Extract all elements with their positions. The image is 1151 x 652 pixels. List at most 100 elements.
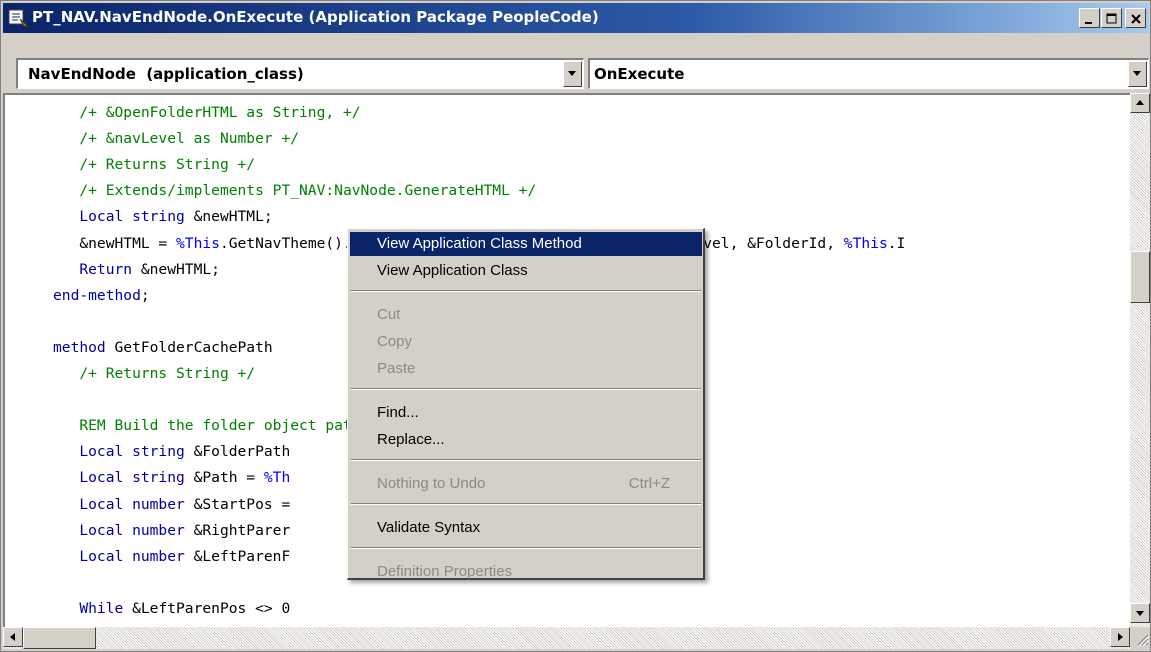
code-token: Return [79,260,133,278]
horizontal-scroll-thumb[interactable] [23,627,96,649]
vertical-scrollbar[interactable] [1130,93,1150,627]
code-token: %This [176,234,220,252]
code-token: %Th [263,469,291,487]
menu-separator [351,388,701,390]
code-line: Local string &FolderPath [53,439,290,465]
code-token: &RightParer [184,521,291,539]
code-token: .I [887,234,906,252]
scroll-left-button[interactable] [3,627,23,647]
scroll-up-button[interactable] [1130,93,1150,113]
object-selector[interactable]: NavEndNode (application_class) [16,58,584,89]
menu-separator [351,547,701,549]
menu-item-view-application-class-method[interactable]: View Application Class Method [350,232,702,256]
close-button[interactable] [1125,8,1146,28]
event-selector-dropdown-button[interactable] [1128,61,1147,87]
object-selector-value: NavEndNode (application_class) [28,65,304,83]
menu-separator [351,290,701,292]
code-token: Local number [79,495,185,513]
menu-item-nothing-to-undo: Nothing to Undo Ctrl+Z [350,472,702,496]
code-token: &newHTML; [132,260,220,278]
code-token: /+ Returns String +/ [79,156,256,174]
code-token: Local string [79,208,185,226]
code-token: &FolderPath [184,443,291,461]
code-line: /+ Returns String +/ [53,152,255,178]
code-token: Local string [79,443,185,461]
menu-item-label: View Application Class [377,262,528,279]
selector-bar: NavEndNode (application_class) OnExecute [3,33,1149,93]
code-token: /+ &navLevel as Number +/ [79,130,300,148]
menu-item-validate-syntax[interactable]: Validate Syntax [350,516,702,540]
event-selector[interactable]: OnExecute [588,58,1149,89]
menu-item-copy: Copy [350,330,702,354]
title-bar[interactable]: PT_NAV.NavEndNode.OnExecute (Application… [3,3,1149,33]
code-line: Local number &RightParer [53,518,290,544]
horizontal-scrollbar[interactable] [3,627,1130,649]
code-token: Local number [79,521,185,539]
code-token: /+ Extends/implements PT_NAV:NavNode.Gen… [79,182,537,200]
resize-grip-icon [1137,634,1150,647]
code-line: /+ &OpenFolderHTML as String, +/ [53,100,361,126]
code-line: Return &newHTML; [53,257,220,283]
resize-grip[interactable] [1130,627,1150,649]
scroll-right-button[interactable] [1110,627,1130,647]
context-menu: View Application Class Method View Applic… [347,228,705,580]
minimize-button[interactable] [1079,8,1100,28]
window-title: PT_NAV.NavEndNode.OnExecute (Application… [32,8,599,26]
code-line: Local string &Path = %Th [53,465,290,491]
peoplecode-editor-window: PT_NAV.NavEndNode.OnExecute (Application… [0,0,1151,652]
code-line: /+ &navLevel as Number +/ [53,126,299,152]
menu-item-label: Replace... [377,431,445,448]
code-token: ; [140,286,150,304]
menu-item-label: Validate Syntax [377,519,481,536]
vertical-scroll-thumb[interactable] [1130,251,1150,303]
menu-item-cut: Cut [350,303,702,327]
minimize-icon [1085,22,1092,24]
close-icon [1131,14,1141,24]
menu-item-label: View Application Class Method [377,235,582,252]
code-line: method GetFolderCachePath [53,335,273,361]
event-selector-value: OnExecute [594,65,685,83]
object-selector-dropdown-button[interactable] [563,61,582,87]
menu-separator [351,503,701,505]
code-token: &StartPos = [184,495,291,513]
maximize-button[interactable] [1101,8,1122,28]
arrow-left-icon [10,633,15,641]
menu-item-label: Paste [377,360,416,377]
menu-item-label: Cut [377,306,401,323]
maximize-icon [1106,13,1117,24]
menu-item-replace[interactable]: Replace... [350,428,702,452]
code-line: /+ Extends/implements PT_NAV:NavNode.Gen… [53,178,536,204]
menu-item-view-application-class[interactable]: View Application Class [350,259,702,283]
menu-item-label: Copy [377,333,413,350]
menu-item-label: Find... [377,404,419,421]
arrow-down-icon [1136,611,1144,616]
code-line: Local string &newHTML; [53,204,273,230]
code-token: &newHTML; [184,208,273,226]
menu-item-label: Definition Properties [377,563,513,580]
code-token: While [79,599,124,617]
arrow-right-icon [1118,633,1123,641]
code-token: /+ &OpenFolderHTML as String, +/ [79,104,361,121]
code-token: end-method [53,286,141,304]
scroll-down-button[interactable] [1130,603,1150,623]
code-token: Local number [79,547,185,565]
code-line: end-method; [53,283,150,309]
menu-item-definition-properties: Definition Properties [350,560,702,584]
menu-item-label: Nothing to Undo [377,475,486,492]
menu-item-shortcut: Ctrl+Z [628,475,670,492]
menu-separator [351,459,701,461]
menu-item-find[interactable]: Find... [350,401,702,425]
code-token: &Path = [184,469,264,487]
code-line: While &LeftParenPos <> 0 [53,596,290,622]
code-line: /+ Returns String +/ [53,361,255,387]
chevron-down-icon [1133,71,1141,76]
code-token: %This [843,234,888,252]
